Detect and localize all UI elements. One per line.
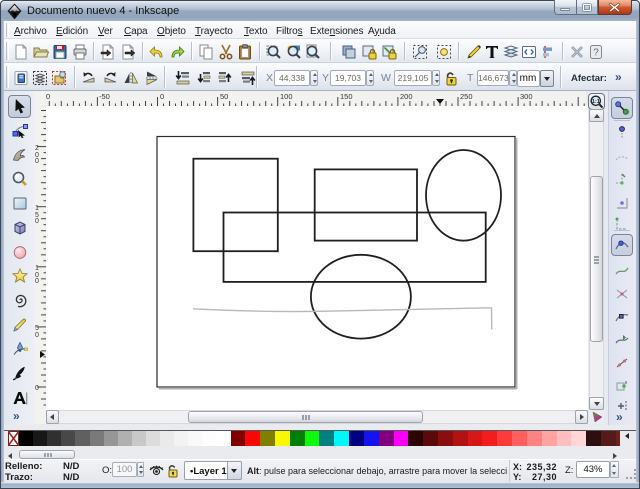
- svg-text:?: ?: [593, 48, 599, 59]
- svg-text:1:1: 1:1: [592, 99, 600, 105]
